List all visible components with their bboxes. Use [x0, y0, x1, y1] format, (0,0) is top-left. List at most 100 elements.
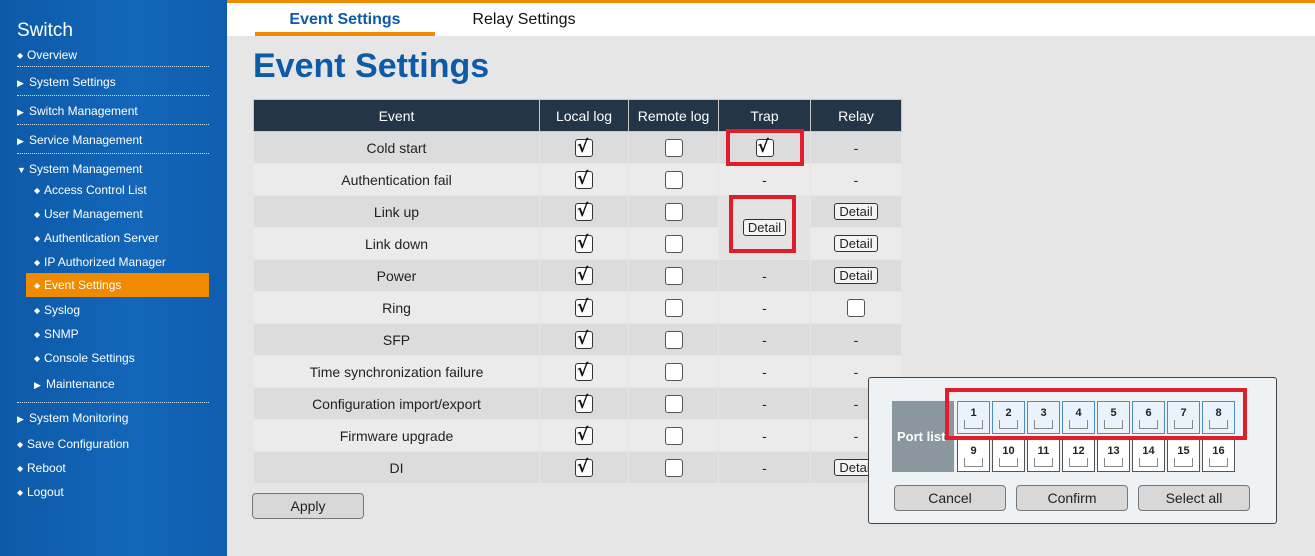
event-name: Firmware upgrade	[253, 419, 540, 452]
sidebar-item-maintenance[interactable]: ▶ Maintenance	[34, 376, 115, 393]
local-log-checkbox[interactable]	[575, 393, 593, 413]
trap-value: -	[718, 387, 811, 420]
table-row: SFP - -	[253, 323, 902, 356]
table-row: Cold start -	[253, 131, 902, 164]
relay-value: -	[810, 131, 902, 164]
port-11[interactable]: 11	[1027, 439, 1060, 472]
port-14[interactable]: 14	[1132, 439, 1165, 472]
sidebar: Switch ◆ Overview ▶ System Settings ▶ Switc…	[0, 0, 227, 556]
sidebar-item-logout[interactable]: ◆ Logout	[17, 484, 64, 501]
column-header-remote-log: Remote log	[628, 99, 719, 132]
cancel-button[interactable]: Cancel	[894, 485, 1006, 511]
sidebar-item-overview[interactable]: ◆ Overview	[17, 47, 77, 64]
table-row: Ring -	[253, 291, 902, 324]
sidebar-item-reboot[interactable]: ◆ Reboot	[17, 460, 66, 477]
table-row: Firmware upgrade - -	[253, 419, 902, 452]
bullet-icon: ◆	[17, 464, 24, 473]
bullet-icon: ◆	[34, 234, 41, 243]
event-name: Link down	[253, 227, 540, 260]
sidebar-item-snmp[interactable]: ◆ SNMP	[34, 326, 79, 343]
triangle-right-icon: ▶	[17, 78, 24, 88]
remote-log-checkbox[interactable]	[664, 298, 683, 317]
triangle-right-icon: ▶	[34, 380, 41, 390]
port-9[interactable]: 9	[957, 439, 990, 472]
remote-log-checkbox[interactable]	[664, 458, 683, 477]
port-13[interactable]: 13	[1097, 439, 1130, 472]
triangle-right-icon: ▶	[17, 414, 24, 424]
trap-value: -	[718, 291, 811, 324]
bullet-icon: ◆	[34, 186, 41, 195]
local-log-checkbox[interactable]	[575, 329, 593, 349]
remote-log-checkbox[interactable]	[664, 426, 683, 445]
local-log-checkbox[interactable]	[575, 457, 593, 477]
highlight-box-ports	[945, 388, 1247, 440]
local-log-checkbox[interactable]	[575, 265, 593, 285]
divider	[17, 66, 209, 67]
tab-event-settings[interactable]: Event Settings	[255, 11, 435, 36]
remote-log-checkbox[interactable]	[664, 234, 683, 253]
sidebar-item-console-settings[interactable]: ◆ Console Settings	[34, 350, 135, 367]
relay-detail-button[interactable]: Detail	[834, 203, 878, 221]
bullet-icon: ◆	[34, 330, 41, 339]
column-header-relay: Relay	[810, 99, 902, 132]
table-row: Configuration import/export - -	[253, 387, 902, 420]
sidebar-item-system-management[interactable]: ▼ System Management	[17, 161, 142, 178]
sidebar-item-system-settings[interactable]: ▶ System Settings	[17, 74, 116, 91]
column-header-event: Event	[253, 99, 540, 132]
remote-log-checkbox[interactable]	[664, 138, 683, 157]
local-log-checkbox[interactable]	[575, 169, 593, 189]
table-row: Time synchronization failure - -	[253, 355, 902, 388]
sidebar-item-service-management[interactable]: ▶ Service Management	[17, 132, 142, 149]
sidebar-item-switch-management[interactable]: ▶ Switch Management	[17, 103, 138, 120]
trap-value: -	[718, 419, 811, 452]
table-row: Power - Detail	[253, 259, 902, 292]
port-15[interactable]: 15	[1167, 439, 1200, 472]
port-10[interactable]: 10	[992, 439, 1025, 472]
relay-detail-button[interactable]: Detail	[834, 267, 878, 285]
sidebar-item-ip-authorized-manager[interactable]: ◆ IP Authorized Manager	[34, 254, 166, 271]
remote-log-checkbox[interactable]	[664, 394, 683, 413]
local-log-checkbox[interactable]	[575, 233, 593, 253]
local-log-checkbox[interactable]	[575, 297, 593, 317]
highlight-box-trap-checkbox	[726, 129, 804, 166]
divider	[17, 95, 209, 96]
port-16[interactable]: 16	[1202, 439, 1235, 472]
relay-checkbox[interactable]	[847, 298, 865, 317]
sidebar-item-save-configuration[interactable]: ◆ Save Configuration	[17, 436, 129, 453]
sidebar-item-user-management[interactable]: ◆ User Management	[34, 206, 143, 223]
sidebar-item-syslog[interactable]: ◆ Syslog	[34, 302, 80, 319]
relay-value: -	[810, 163, 902, 196]
remote-log-checkbox[interactable]	[664, 362, 683, 381]
event-name: Link up	[253, 195, 540, 228]
bullet-icon: ◆	[34, 354, 41, 363]
sidebar-item-system-monitoring[interactable]: ▶ System Monitoring	[17, 410, 128, 427]
remote-log-checkbox[interactable]	[664, 202, 683, 221]
confirm-button[interactable]: Confirm	[1016, 485, 1128, 511]
select-all-button[interactable]: Select all	[1138, 485, 1250, 511]
sidebar-item-event-settings[interactable]: ◆ Event Settings	[26, 273, 209, 297]
local-log-checkbox[interactable]	[575, 361, 593, 381]
sidebar-item-authentication-server[interactable]: ◆ Authentication Server	[34, 230, 159, 247]
triangle-down-icon: ▼	[17, 165, 26, 175]
table-row: Link up Detail Detail	[253, 195, 902, 260]
remote-log-checkbox[interactable]	[664, 266, 683, 285]
local-log-checkbox[interactable]	[575, 425, 593, 445]
trap-value: -	[718, 323, 811, 356]
relay-value: -	[810, 323, 902, 356]
event-name: Time synchronization failure	[253, 355, 540, 388]
remote-log-checkbox[interactable]	[664, 330, 683, 349]
event-name: SFP	[253, 323, 540, 356]
local-log-checkbox[interactable]	[575, 137, 593, 157]
apply-button[interactable]: Apply	[252, 493, 364, 519]
port-12[interactable]: 12	[1062, 439, 1095, 472]
remote-log-checkbox[interactable]	[664, 170, 683, 189]
bullet-icon: ◆	[34, 210, 41, 219]
event-name: Cold start	[253, 131, 540, 164]
divider	[17, 402, 209, 403]
local-log-checkbox[interactable]	[575, 201, 593, 221]
tab-relay-settings[interactable]: Relay Settings	[459, 11, 589, 29]
event-table: Event Local log Remote log Trap Relay Co…	[253, 99, 902, 484]
relay-detail-button[interactable]: Detail	[834, 235, 878, 253]
sidebar-item-access-control-list[interactable]: ◆ Access Control List	[34, 182, 147, 199]
trap-value: -	[718, 259, 811, 292]
